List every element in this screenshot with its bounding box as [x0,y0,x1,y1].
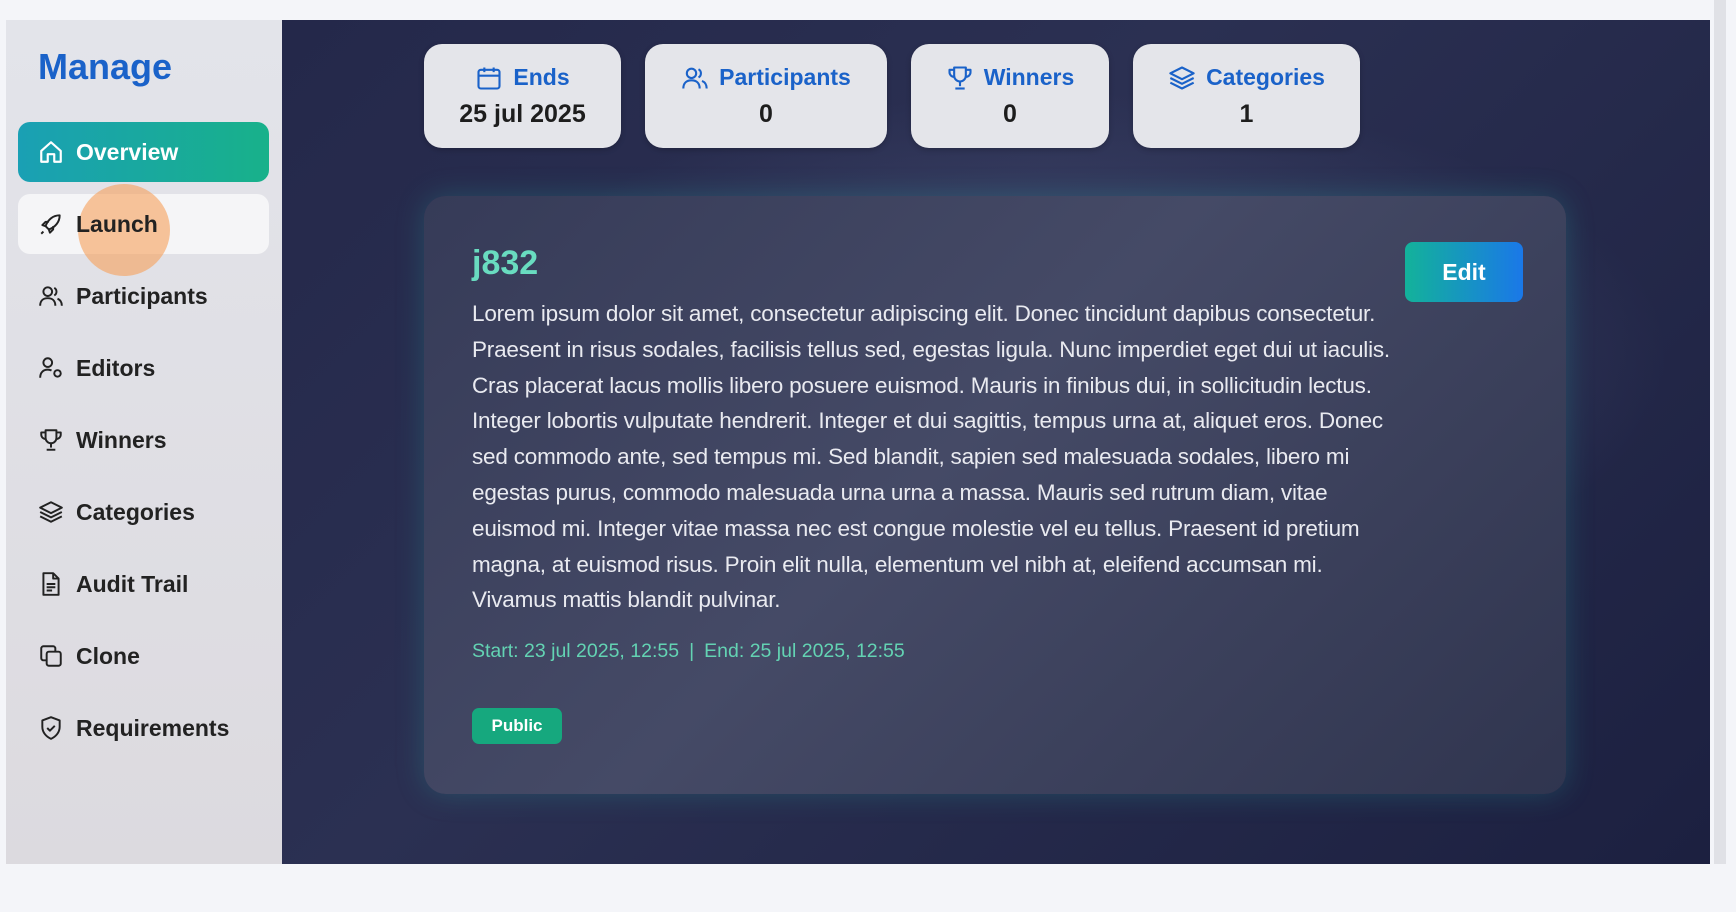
sidebar-item-categories[interactable]: Categories [18,482,269,542]
stat-participants: Participants 0 [645,44,887,148]
stat-label: Ends [513,64,570,90]
event-end: End: 25 jul 2025, 12:55 [704,640,905,662]
event-card: j832 Edit Lorem ipsum dolor sit amet, co… [424,196,1566,794]
event-description: Lorem ipsum dolor sit amet, consectetur … [472,301,1390,613]
stats-bar: Ends 25 jul 2025 Participants 0 Winners … [424,44,1384,148]
stat-ends: Ends 25 jul 2025 [424,44,621,148]
stat-value: 25 jul 2025 [459,99,586,128]
sidebar-item-audit-trail[interactable]: Audit Trail [18,554,269,614]
stat-categories: Categories 1 [1133,44,1360,148]
main-content: Ends 25 jul 2025 Participants 0 Winners … [282,20,1710,864]
sidebar-item-clone[interactable]: Clone [18,626,269,686]
rocket-icon [38,211,64,237]
sidebar-item-label: Editors [76,354,156,381]
home-icon [38,139,64,165]
users-icon [38,283,64,309]
sidebar-item-overview[interactable]: Overview [18,122,269,182]
event-title: j832 [472,244,539,282]
layers-icon [38,499,64,525]
sidebar-item-label: Audit Trail [76,570,189,597]
sidebar-item-label: Requirements [76,714,230,741]
sidebar-item-winners[interactable]: Winners [18,410,269,470]
scrollbar[interactable] [1714,0,1726,864]
stat-label: Winners [983,64,1075,90]
stat-label: Categories [1206,64,1325,90]
sidebar-item-label: Clone [76,642,140,669]
trophy-icon [948,65,972,90]
date-separator: | [689,640,695,662]
stat-value: 1 [1239,99,1254,128]
sidebar-item-label: Winners [76,426,167,453]
shield-check-icon [38,715,64,741]
users-icon [682,67,708,89]
brand-title: Manage [38,46,173,87]
app-window: Manage Overview Launch Participants Edit… [6,20,1710,864]
sidebar-item-participants[interactable]: Participants [18,266,269,326]
stat-winners: Winners 0 [911,44,1109,148]
sidebar: Manage Overview Launch Participants Edit… [6,20,282,864]
event-dates: Start: 23 jul 2025, 12:55 | End: 25 jul 20… [472,640,905,663]
sidebar-item-label: Overview [76,138,179,165]
calendar-icon [477,67,501,90]
sidebar-item-label: Categories [76,498,195,525]
visibility-badge: Public [472,708,562,744]
sidebar-item-editors[interactable]: Editors [18,338,269,398]
stat-value: 0 [1003,99,1017,128]
trophy-icon [38,427,64,453]
layers-icon [1169,65,1195,90]
event-start: Start: 23 jul 2025, 12:55 [472,640,680,662]
stat-value: 0 [759,99,773,128]
user-gear-icon [38,355,64,381]
document-icon [38,571,64,597]
edit-button[interactable]: Edit [1405,242,1523,302]
sidebar-item-launch[interactable]: Launch [18,184,269,276]
sidebar-item-label: Participants [76,282,208,309]
sidebar-item-requirements[interactable]: Requirements [18,698,269,758]
stat-label: Participants [719,64,851,90]
copy-icon [38,643,64,669]
sidebar-item-label: Launch [76,210,158,237]
